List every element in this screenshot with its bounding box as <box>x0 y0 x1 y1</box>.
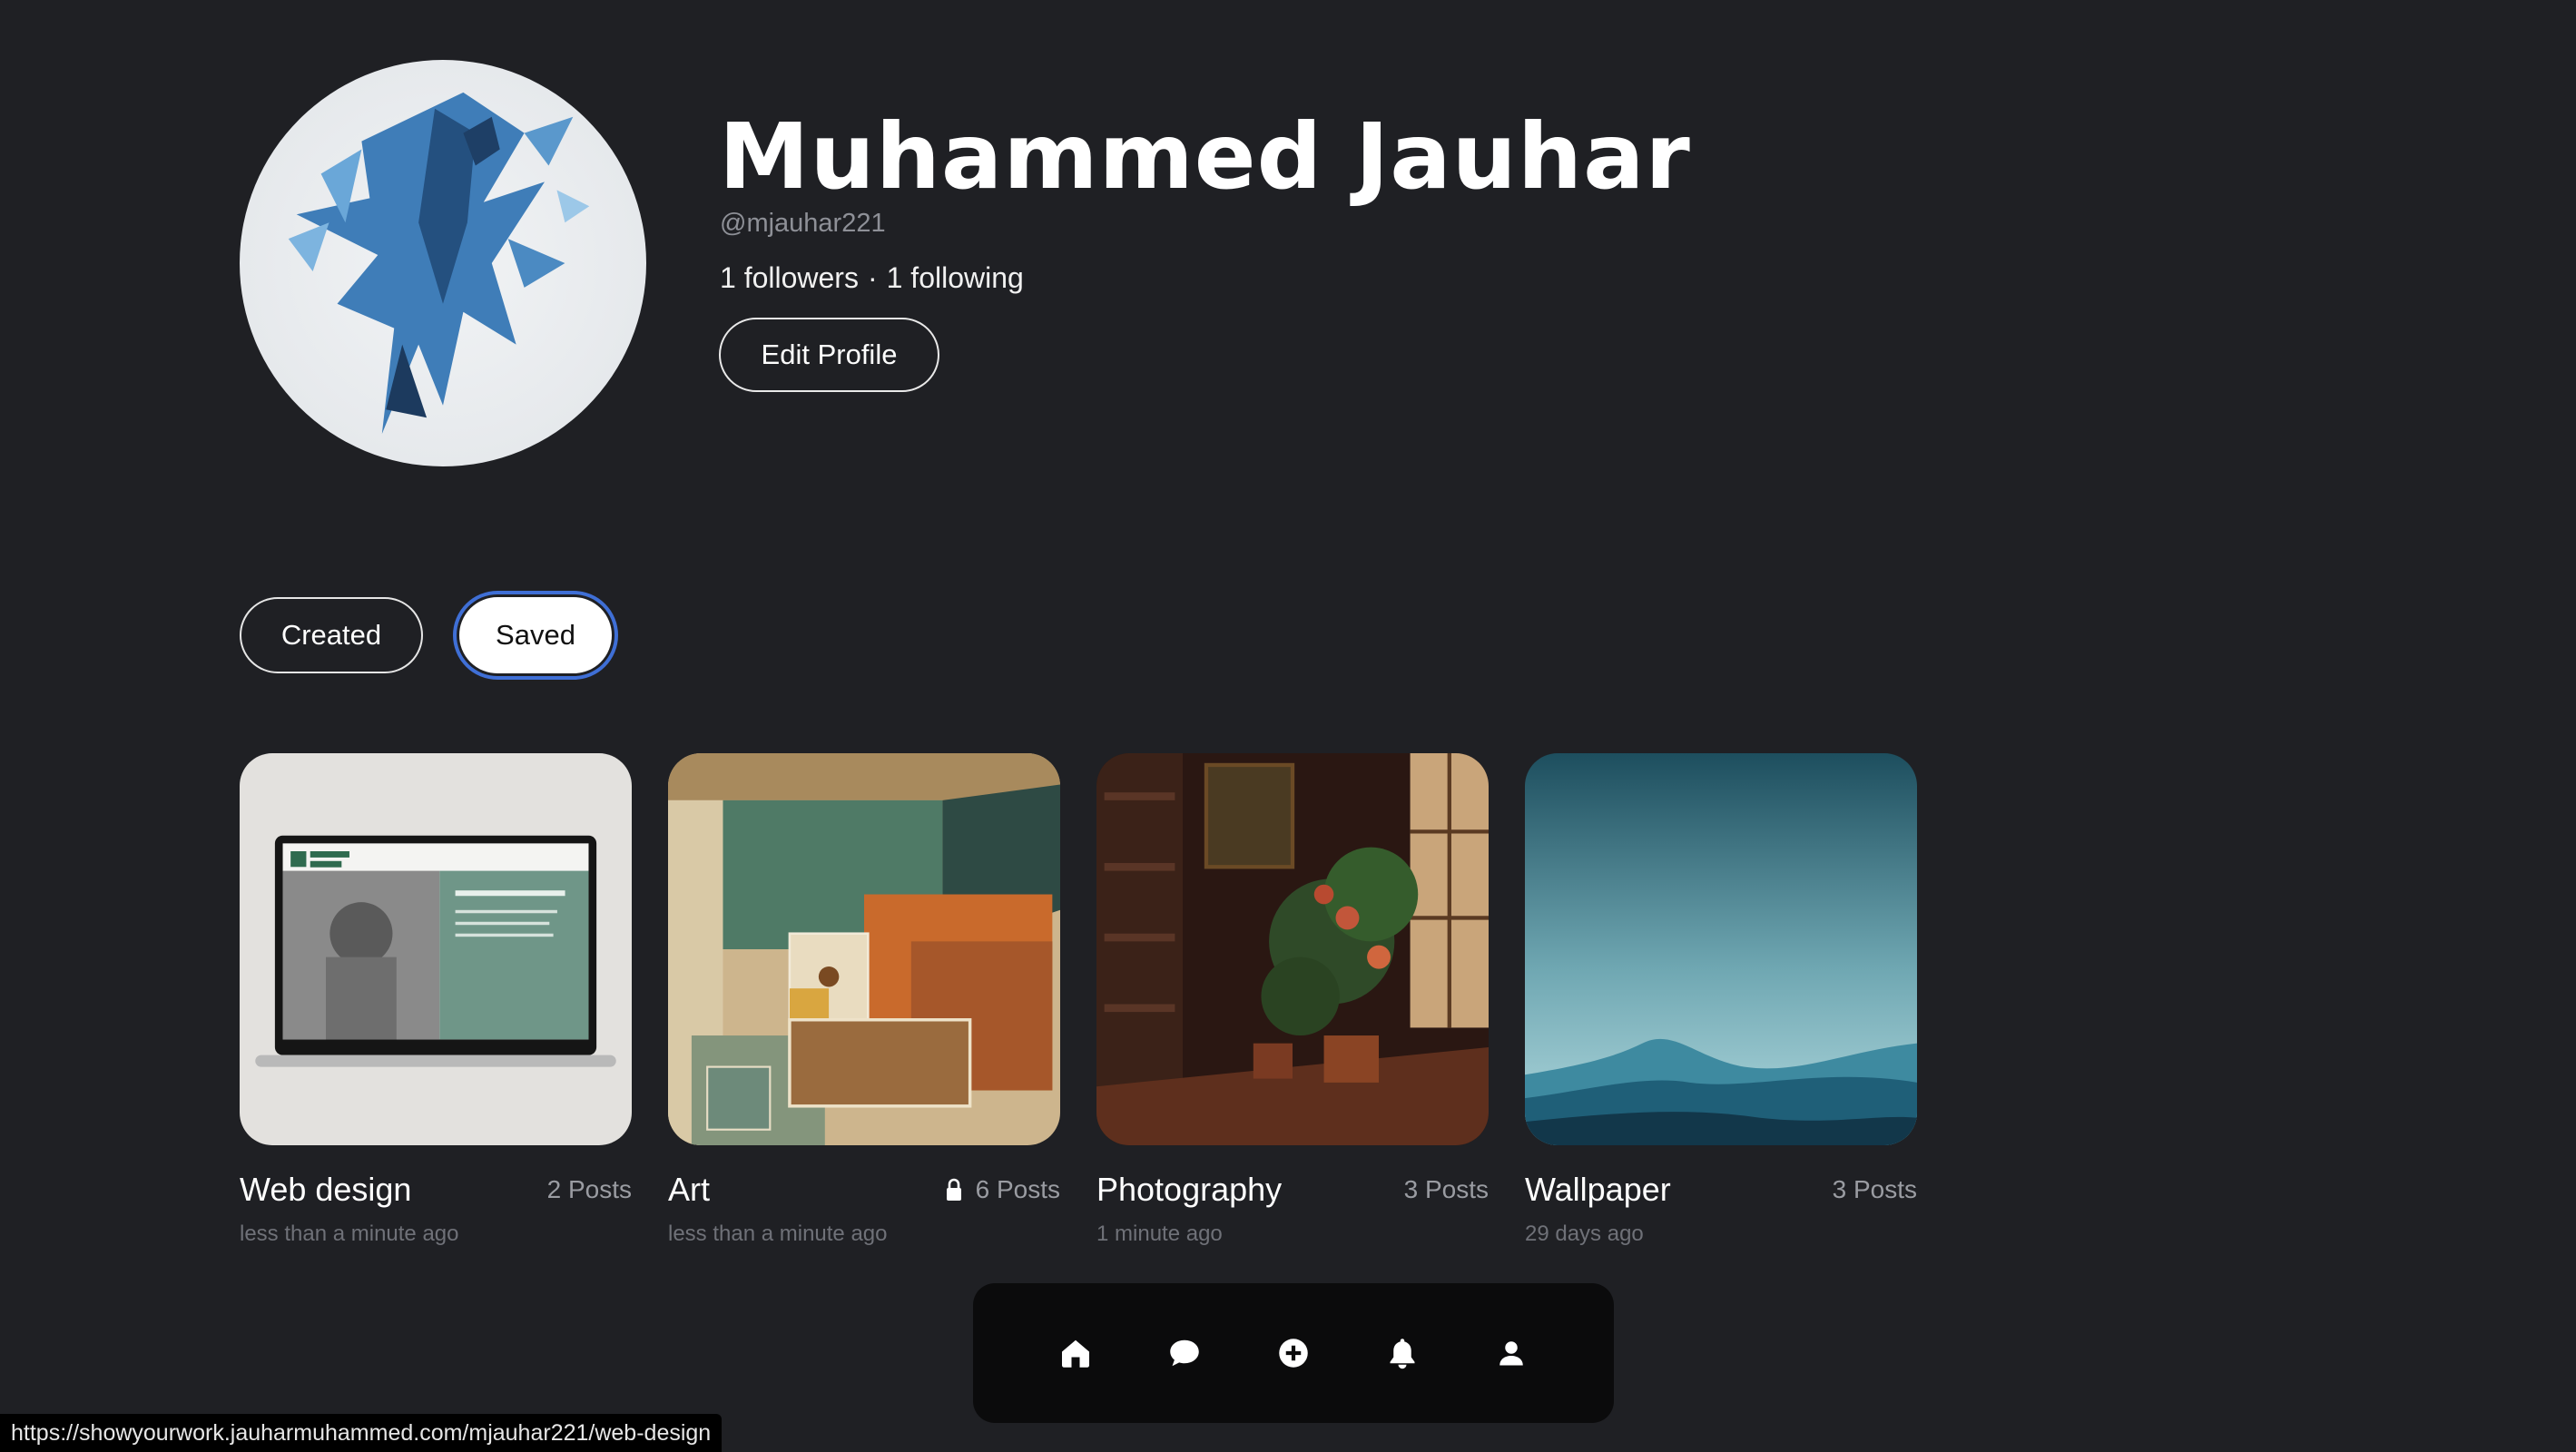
board-updated-time: less than a minute ago <box>240 1221 459 1246</box>
board-card-web-design[interactable]: Web design 2 Posts less than a minute ag… <box>240 753 632 1247</box>
link-preview-statusbar: https://showyourwork.jauharmuhammed.com/… <box>0 1414 723 1452</box>
bell-icon <box>1390 1339 1415 1369</box>
board-thumbnail[interactable] <box>668 753 1060 1145</box>
board-title: Photography <box>1096 1171 1283 1208</box>
board-card-photography[interactable]: Photography 3 Posts 1 minute ago <box>1096 753 1489 1247</box>
board-post-count: 3 Posts <box>1404 1175 1489 1204</box>
chat-icon <box>1170 1339 1199 1367</box>
tab-saved[interactable]: Saved <box>459 597 612 673</box>
follow-stats: 1 followers · 1 following <box>720 261 1024 295</box>
profile-handle: @mjauhar221 <box>720 209 886 238</box>
nav-notifications-button[interactable] <box>1386 1337 1419 1369</box>
nav-create-button[interactable] <box>1277 1337 1310 1369</box>
board-title: Art <box>668 1171 711 1208</box>
board-thumbnail[interactable] <box>1096 753 1489 1145</box>
post-count-text: 6 Posts <box>975 1175 1060 1203</box>
board-updated-time: less than a minute ago <box>668 1221 888 1246</box>
nav-messages-button[interactable] <box>1168 1337 1201 1369</box>
board-updated-time: 1 minute ago <box>1096 1221 1223 1246</box>
board-thumbnail[interactable] <box>1525 753 1917 1145</box>
home-icon <box>1062 1339 1089 1368</box>
user-icon <box>1499 1341 1523 1366</box>
board-title: Wallpaper <box>1525 1171 1671 1208</box>
board-card-art[interactable]: Art 6 Posts less than a minute ago <box>668 753 1060 1247</box>
avatar-illustration-icon <box>288 92 590 435</box>
board-post-count: 3 Posts <box>1833 1175 1917 1204</box>
nav-home-button[interactable] <box>1059 1337 1092 1369</box>
board-post-count: 6 Posts <box>945 1175 1060 1204</box>
lock-icon <box>946 1178 961 1201</box>
following-count[interactable]: 1 following <box>887 261 1024 294</box>
profile-avatar <box>240 60 646 466</box>
nav-profile-button[interactable] <box>1495 1337 1528 1369</box>
board-post-count: 2 Posts <box>547 1175 632 1204</box>
board-updated-time: 29 days ago <box>1525 1221 1644 1246</box>
board-card-wallpaper[interactable]: Wallpaper 3 Posts 29 days ago <box>1525 753 1917 1247</box>
bottom-nav <box>973 1283 1614 1423</box>
stats-separator: · <box>867 261 878 294</box>
post-count-text: 3 Posts <box>1832 1175 1917 1203</box>
plus-circle-icon <box>1279 1339 1308 1368</box>
followers-count[interactable]: 1 followers <box>720 261 859 294</box>
post-count-text: 3 Posts <box>1403 1175 1489 1203</box>
board-title: Web design <box>240 1171 412 1208</box>
board-thumbnail[interactable] <box>240 753 632 1145</box>
post-count-text: 2 Posts <box>546 1175 632 1203</box>
edit-profile-button[interactable]: Edit Profile <box>719 318 939 392</box>
profile-name: Muhammed Jauhar <box>719 103 1691 210</box>
tab-created[interactable]: Created <box>240 597 423 673</box>
